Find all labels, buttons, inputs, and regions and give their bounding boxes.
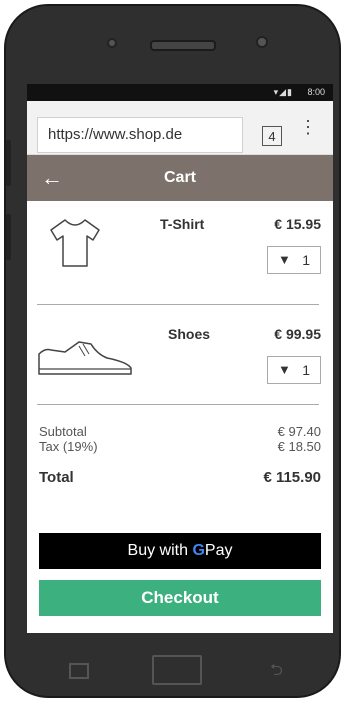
quantity-select[interactable]: ▼ 1 [267,356,321,384]
front-camera-icon [256,36,268,48]
cart-item: Shoes € 99.95 ▼ 1 [27,306,333,396]
item-price: € 99.95 [274,326,321,342]
total-value: € 115.90 [263,469,321,486]
google-g-icon: G [192,542,205,559]
item-name: Shoes [168,326,211,342]
speaker-grille [150,40,216,51]
screen: ▾◢▮ 8:00 https://www.shop.de 4 ⋮ ← Cart … [27,84,333,633]
gpay-prefix: Buy with [127,542,188,559]
app-bar: ← Cart [27,155,333,201]
overflow-menu-icon[interactable]: ⋮ [299,118,317,136]
google-pay-button[interactable]: Buy with GPay [39,533,321,569]
tab-count-button[interactable]: 4 [262,126,282,146]
menu-glyph: ⋮ [299,117,317,137]
total-label: Total [39,469,74,486]
checkout-button[interactable]: Checkout [39,580,321,616]
tax-label: Tax (19%) [39,439,98,454]
subtotal-value: € 97.40 [277,424,321,439]
divider [37,304,319,305]
subtotal-label: Subtotal [39,424,87,439]
url-field[interactable]: https://www.shop.de [37,117,243,153]
cart-item: T-Shirt € 15.95 ▼ 1 [27,200,333,290]
item-name: T-Shirt [160,216,205,232]
quantity-select[interactable]: ▼ 1 [267,246,321,274]
quantity-value: 1 [302,362,310,378]
home-icon[interactable] [152,655,202,685]
shoe-icon [38,341,132,375]
sensor-icon [107,38,117,48]
dropdown-arrow-icon: ▼ [278,362,291,377]
tshirt-icon [50,219,100,267]
item-price: € 15.95 [274,216,321,232]
system-nav-bar: ⮌ [27,633,333,693]
power-button [6,214,11,260]
status-icons: ▾◢▮ [273,87,293,97]
divider [37,404,319,405]
status-bar: ▾◢▮ 8:00 [27,84,333,101]
browser-toolbar: https://www.shop.de 4 ⋮ [27,101,333,155]
recent-apps-icon[interactable] [69,663,89,679]
page-title: Cart [163,169,196,186]
system-back-icon[interactable]: ⮌ [270,659,283,686]
status-time: 8:00 [307,87,325,97]
tax-value: € 18.50 [277,439,321,454]
dropdown-arrow-icon: ▼ [278,252,291,267]
volume-button [6,140,11,186]
quantity-value: 1 [302,252,310,268]
gpay-suffix: Pay [204,542,233,559]
